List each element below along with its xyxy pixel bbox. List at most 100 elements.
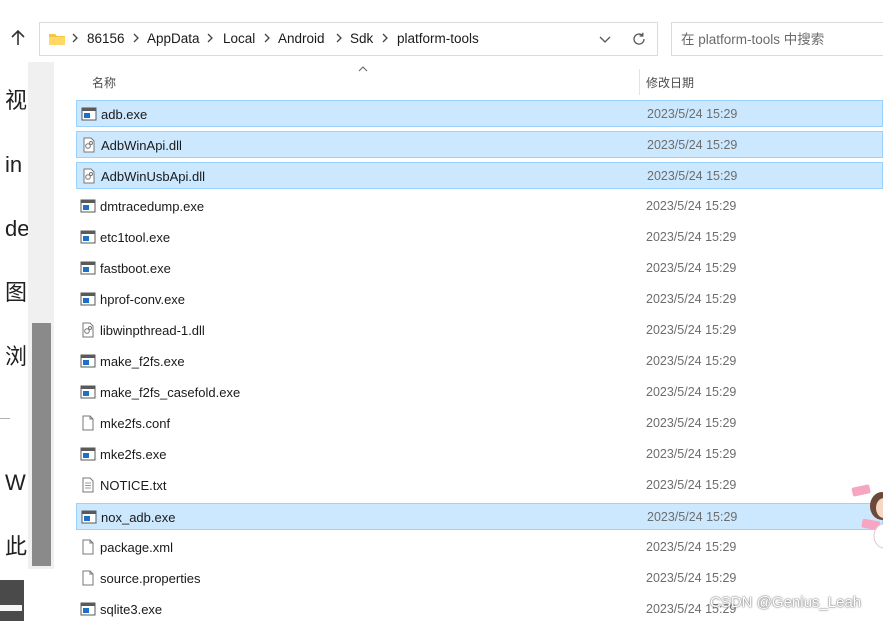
file-name: mke2fs.exe bbox=[100, 447, 167, 462]
file-name: adb.exe bbox=[101, 107, 148, 122]
chevron-right-icon bbox=[382, 33, 388, 43]
chevron-right-icon bbox=[133, 33, 139, 43]
chevron-right-icon bbox=[336, 33, 342, 43]
file-date: 2023/5/24 15:29 bbox=[647, 510, 738, 524]
file-row[interactable]: nox_adb.exe 2023/5/24 15:29 bbox=[76, 503, 883, 530]
file-row[interactable]: hprof-conv.exe 2023/5/24 15:29 bbox=[76, 286, 883, 313]
file-date: 2023/5/24 15:29 bbox=[646, 478, 737, 492]
file-row[interactable]: AdbWinUsbApi.dll 2023/5/24 15:29 bbox=[76, 162, 883, 189]
search-input[interactable]: 在 platform-tools 中搜索 bbox=[671, 22, 883, 56]
file-row[interactable]: adb.exe 2023/5/24 15:29 bbox=[76, 100, 883, 127]
breadcrumb[interactable]: 86156 AppData Local Android Sdk platform… bbox=[39, 22, 658, 56]
file-name: mke2fs.conf bbox=[100, 416, 171, 431]
file-row[interactable]: etc1tool.exe 2023/5/24 15:29 bbox=[76, 224, 883, 251]
dll-icon bbox=[83, 137, 95, 153]
divider bbox=[0, 418, 10, 419]
file-name: dmtracedump.exe bbox=[100, 199, 205, 214]
exe-icon bbox=[80, 199, 96, 213]
file-date: 2023/5/24 15:29 bbox=[646, 199, 737, 213]
scrollbar-thumb[interactable] bbox=[32, 323, 51, 566]
file-row[interactable]: mke2fs.conf 2023/5/24 15:29 bbox=[76, 410, 883, 437]
file-date: 2023/5/24 15:29 bbox=[646, 447, 737, 461]
breadcrumb-item-sdk[interactable]: Sdk bbox=[350, 31, 373, 47]
side-text: 视 bbox=[5, 88, 28, 113]
dll-icon bbox=[83, 168, 95, 184]
file-name: AdbWinUsbApi.dll bbox=[101, 169, 206, 184]
file-name: make_f2fs_casefold.exe bbox=[100, 385, 241, 400]
column-separator[interactable] bbox=[639, 69, 640, 95]
taskbar-indicator bbox=[0, 605, 22, 611]
file-date: 2023/5/24 15:29 bbox=[646, 230, 737, 244]
up-arrow-icon[interactable] bbox=[6, 26, 30, 50]
chevron-right-icon bbox=[207, 33, 213, 43]
file-name: NOTICE.txt bbox=[100, 478, 167, 493]
file-row[interactable]: NOTICE.txt 2023/5/24 15:29 bbox=[76, 472, 883, 499]
text-file-icon bbox=[82, 477, 94, 493]
sort-up-icon bbox=[358, 66, 368, 72]
file-name: fastboot.exe bbox=[100, 261, 171, 276]
file-name: libwinpthread-1.dll bbox=[100, 323, 205, 338]
file-name: package.xml bbox=[100, 540, 173, 555]
file-name: source.properties bbox=[100, 571, 201, 586]
file-name: nox_adb.exe bbox=[101, 510, 176, 525]
exe-icon bbox=[81, 510, 97, 524]
exe-icon bbox=[80, 602, 96, 616]
file-row[interactable]: make_f2fs_casefold.exe 2023/5/24 15:29 bbox=[76, 379, 883, 406]
file-name: sqlite3.exe bbox=[100, 602, 163, 617]
taskbar-fragment bbox=[0, 580, 24, 621]
file-date: 2023/5/24 15:29 bbox=[646, 292, 737, 306]
folder-icon bbox=[49, 34, 65, 45]
file-list: 名称 修改日期 adb.exe 2023/5/24 15:29 AdbWinApi.… bbox=[62, 62, 883, 621]
file-row[interactable]: fastboot.exe 2023/5/24 15:29 bbox=[76, 255, 883, 282]
refresh-icon[interactable] bbox=[631, 31, 647, 47]
file-date: 2023/5/24 15:29 bbox=[646, 261, 737, 275]
file-date: 2023/5/24 15:29 bbox=[647, 169, 738, 183]
file-row[interactable]: package.xml 2023/5/24 15:29 bbox=[76, 534, 883, 561]
side-text: de bbox=[5, 216, 30, 241]
breadcrumb-item-user[interactable]: 86156 bbox=[87, 31, 125, 47]
exe-icon bbox=[80, 292, 96, 306]
file-name: hprof-conv.exe bbox=[100, 292, 186, 307]
exe-icon bbox=[80, 385, 96, 399]
breadcrumb-item-appdata[interactable]: AppData bbox=[147, 31, 200, 47]
watermark: CSDN @Genius_Leah bbox=[710, 594, 862, 611]
breadcrumb-item-platform-tools[interactable]: platform-tools bbox=[397, 31, 479, 47]
file-row[interactable]: make_f2fs.exe 2023/5/24 15:29 bbox=[76, 348, 883, 375]
side-text: 浏 bbox=[5, 344, 28, 369]
column-header: 名称 修改日期 bbox=[62, 62, 883, 97]
file-date: 2023/5/24 15:29 bbox=[646, 416, 737, 430]
file-date: 2023/5/24 15:29 bbox=[646, 354, 737, 368]
breadcrumb-item-local[interactable]: Local bbox=[223, 31, 255, 47]
file-row[interactable]: dmtracedump.exe 2023/5/24 15:29 bbox=[76, 193, 883, 220]
exe-icon bbox=[80, 230, 96, 244]
file-row[interactable]: mke2fs.exe 2023/5/24 15:29 bbox=[76, 441, 883, 468]
file-icon bbox=[82, 539, 94, 555]
sticker-image bbox=[851, 484, 883, 549]
breadcrumb-item-android[interactable]: Android bbox=[278, 31, 325, 47]
file-icon bbox=[82, 570, 94, 586]
file-row[interactable]: AdbWinApi.dll 2023/5/24 15:29 bbox=[76, 131, 883, 158]
exe-icon bbox=[81, 107, 97, 121]
search-placeholder: 在 platform-tools 中搜索 bbox=[681, 32, 825, 47]
file-date: 2023/5/24 15:29 bbox=[646, 385, 737, 399]
side-text: W bbox=[5, 470, 26, 495]
chevron-down-icon[interactable] bbox=[598, 33, 612, 45]
file-date: 2023/5/24 15:29 bbox=[646, 323, 737, 337]
file-row[interactable]: source.properties 2023/5/24 15:29 bbox=[76, 565, 883, 592]
file-icon bbox=[82, 415, 94, 431]
file-name: AdbWinApi.dll bbox=[101, 138, 182, 153]
column-header-date[interactable]: 修改日期 bbox=[646, 74, 694, 91]
file-date: 2023/5/24 15:29 bbox=[647, 107, 738, 121]
side-text: in bbox=[5, 152, 23, 177]
file-name: make_f2fs.exe bbox=[100, 354, 185, 369]
exe-icon bbox=[80, 261, 96, 275]
file-row[interactable]: libwinpthread-1.dll 2023/5/24 15:29 bbox=[76, 317, 883, 344]
file-date: 2023/5/24 15:29 bbox=[646, 540, 737, 554]
file-date: 2023/5/24 15:29 bbox=[646, 571, 737, 585]
side-text: 图 bbox=[5, 280, 28, 305]
exe-icon bbox=[80, 354, 96, 368]
file-date: 2023/5/24 15:29 bbox=[647, 138, 738, 152]
side-text: 此 bbox=[5, 534, 28, 559]
column-header-name[interactable]: 名称 bbox=[92, 74, 116, 91]
chevron-right-icon bbox=[264, 33, 270, 43]
